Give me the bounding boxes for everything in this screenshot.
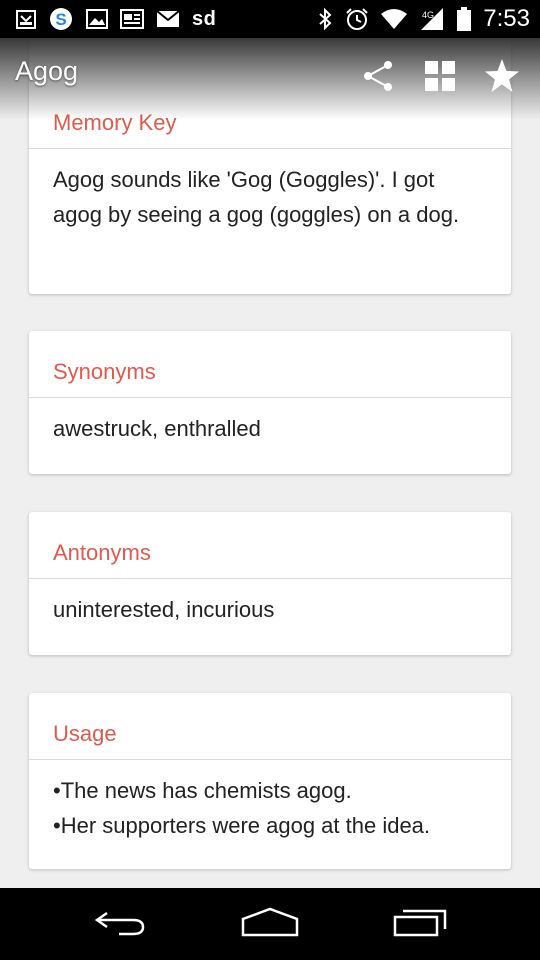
card-header: Synonyms xyxy=(29,331,511,398)
recents-icon xyxy=(393,907,447,942)
home-button[interactable] xyxy=(230,904,310,944)
usage-list: •The news has chemists agog. •Her suppor… xyxy=(29,760,511,843)
battery-icon xyxy=(457,7,472,31)
grid-button[interactable] xyxy=(422,60,458,96)
home-icon xyxy=(241,907,299,942)
usage-example: •Her supporters were agog at the idea. xyxy=(53,813,431,838)
share-button[interactable] xyxy=(360,60,396,96)
card-usage: Usage •The news has chemists agog. •Her … xyxy=(29,693,511,869)
status-left: S sd xyxy=(16,5,216,33)
action-bar-icons xyxy=(360,58,520,99)
image-icon xyxy=(86,9,108,29)
antonyms-text: uninterested, incurious xyxy=(53,597,275,622)
page-title: Agog xyxy=(15,56,79,86)
recents-button[interactable] xyxy=(380,904,460,944)
card-antonyms: Antonyms uninterested, incurious xyxy=(29,512,511,655)
mail-icon xyxy=(156,10,180,28)
content-scroll[interactable]: Memory Key Agog sounds like 'Gog (Goggle… xyxy=(0,0,540,888)
usage-example: •The news has chemists agog. xyxy=(53,778,352,803)
card-header: Antonyms xyxy=(29,512,511,579)
bluetooth-icon xyxy=(317,7,333,31)
carrier-text: sd xyxy=(192,7,217,30)
star-icon xyxy=(484,58,520,99)
card-header: Usage xyxy=(29,693,511,760)
memory-key-text: Agog sounds like 'Gog (Goggles)'. I got … xyxy=(53,167,460,227)
card-title-antonyms: Antonyms xyxy=(53,540,151,565)
share-icon xyxy=(361,59,395,98)
status-time: 7:53 xyxy=(483,5,530,32)
navigation-bar xyxy=(0,888,540,960)
wifi-icon xyxy=(381,8,408,30)
back-icon xyxy=(93,907,147,942)
back-button[interactable] xyxy=(80,904,160,944)
skype-icon: S xyxy=(48,6,74,32)
synonyms-text: awestruck, enthralled xyxy=(53,416,261,441)
status-right: 4G 7:53 xyxy=(317,5,530,33)
card-title-synonyms: Synonyms xyxy=(53,359,156,384)
card-title-usage: Usage xyxy=(53,721,117,746)
card-synonyms: Synonyms awestruck, enthralled xyxy=(29,331,511,474)
svg-text:4G: 4G xyxy=(422,10,434,20)
favorite-button[interactable] xyxy=(484,58,520,99)
alarm-icon xyxy=(345,7,369,31)
grid-icon xyxy=(424,60,456,97)
action-bar: Agog xyxy=(0,38,540,120)
status-bar: S sd 4G 7:53 xyxy=(0,0,540,38)
signal-icon: 4G xyxy=(419,7,445,31)
svg-text:S: S xyxy=(55,10,66,29)
notification-calendar-icon xyxy=(16,9,36,29)
photo-icon xyxy=(120,9,144,29)
